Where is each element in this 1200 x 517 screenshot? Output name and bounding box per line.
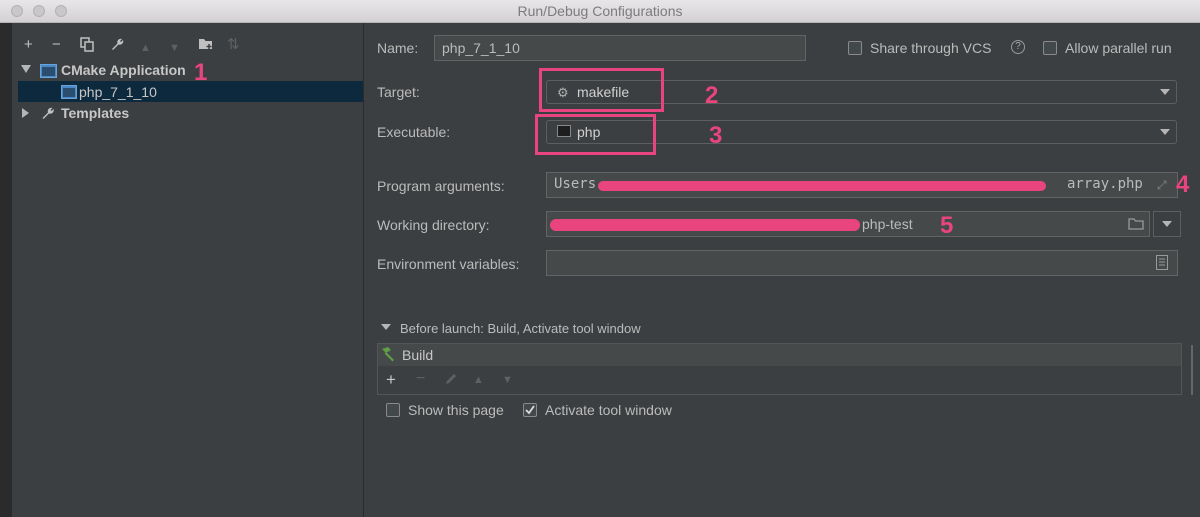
copy-config-button[interactable] [80,37,94,56]
folder-browse-icon[interactable] [1128,217,1144,235]
sort-button[interactable]: ⇅ [227,37,240,53]
add-task-button[interactable]: + [386,370,396,390]
left-edge-strip [0,23,12,517]
executable-value: php [577,124,601,140]
target-label: Target: [377,84,420,100]
expand-icon[interactable]: ⤢ [1157,178,1167,193]
before-launch-header[interactable]: Before launch: Build, Activate tool wind… [400,321,641,336]
annotation-3: 3 [709,122,723,149]
annotation-1: 1 [194,59,208,86]
activate-tool-window-checkbox[interactable] [523,403,537,417]
expand-arrow-icon[interactable] [21,65,31,73]
allow-parallel-checkbox[interactable] [1043,41,1057,55]
share-vcs-checkbox[interactable] [848,41,862,55]
target-value: makefile [577,84,630,100]
templates-wrench-icon [40,106,56,126]
tree-group-cmake-application[interactable]: CMake Application [61,62,186,78]
window-title: Run/Debug Configurations [517,3,683,19]
move-task-up-button[interactable]: ▲ [473,374,484,386]
wrench-icon [112,38,124,50]
cmake-target-icon [61,85,77,104]
move-down-button[interactable]: ▼ [169,40,180,56]
share-vcs-label: Share through VCS [870,40,992,56]
copy-icon [80,37,94,52]
program-arguments-label: Program arguments: [377,178,505,194]
edit-task-pencil-icon[interactable] [444,372,458,391]
show-page-label: Show this page [408,402,504,418]
edit-defaults-button[interactable] [110,37,125,56]
program-arguments-value-end: array.php [1067,176,1143,192]
program-arguments-value-start: Users [554,176,597,192]
before-launch-toolbar [378,367,1181,394]
name-input-value: php_7_1_10 [442,40,520,56]
name-input[interactable]: php_7_1_10 [434,35,806,61]
build-hammer-icon [380,346,397,367]
redaction-mark-workdir [550,219,860,231]
edit-env-icon[interactable] [1156,255,1168,275]
working-directory-dropdown-arrow-icon[interactable] [1162,221,1172,227]
activate-tool-window-label: Activate tool window [545,402,672,418]
side-scroll-indicator [1191,345,1193,395]
folder-plus-icon [199,39,212,49]
before-launch-item-label: Build [402,347,434,363]
tree-group-templates[interactable]: Templates [61,105,129,121]
annotation-2: 2 [705,82,719,109]
working-directory-value: php-test [862,216,913,232]
environment-variables-input[interactable] [546,250,1178,276]
redaction-mark-arguments [598,181,1046,191]
add-config-button[interactable]: + [24,37,33,53]
tree-item-php-7-1-10[interactable]: php_7_1_10 [79,84,157,100]
terminal-icon [557,125,571,137]
executable-label: Executable: [377,124,451,140]
remove-task-button[interactable]: − [416,370,425,388]
allow-parallel-label: Allow parallel run [1065,40,1172,56]
name-label: Name: [377,40,419,56]
executable-dropdown-arrow-icon[interactable] [1160,129,1170,135]
help-icon[interactable]: ? [1011,40,1025,54]
collapse-arrow-icon[interactable] [22,108,29,118]
before-launch-item-build[interactable] [378,344,1181,366]
move-up-button[interactable]: ▲ [140,40,151,56]
target-dropdown-arrow-icon[interactable] [1160,89,1170,95]
move-task-down-button[interactable]: ▼ [502,374,513,386]
remove-config-button[interactable]: − [52,37,61,53]
environment-variables-label: Environment variables: [377,256,520,272]
annotation-5: 5 [940,212,954,239]
annotation-4: 4 [1176,171,1190,198]
new-folder-button[interactable] [198,37,214,55]
before-launch-collapse-icon[interactable] [381,324,391,330]
show-page-checkbox[interactable] [386,403,400,417]
gear-icon: ⚙ [557,85,569,100]
working-directory-label: Working directory: [377,217,490,233]
